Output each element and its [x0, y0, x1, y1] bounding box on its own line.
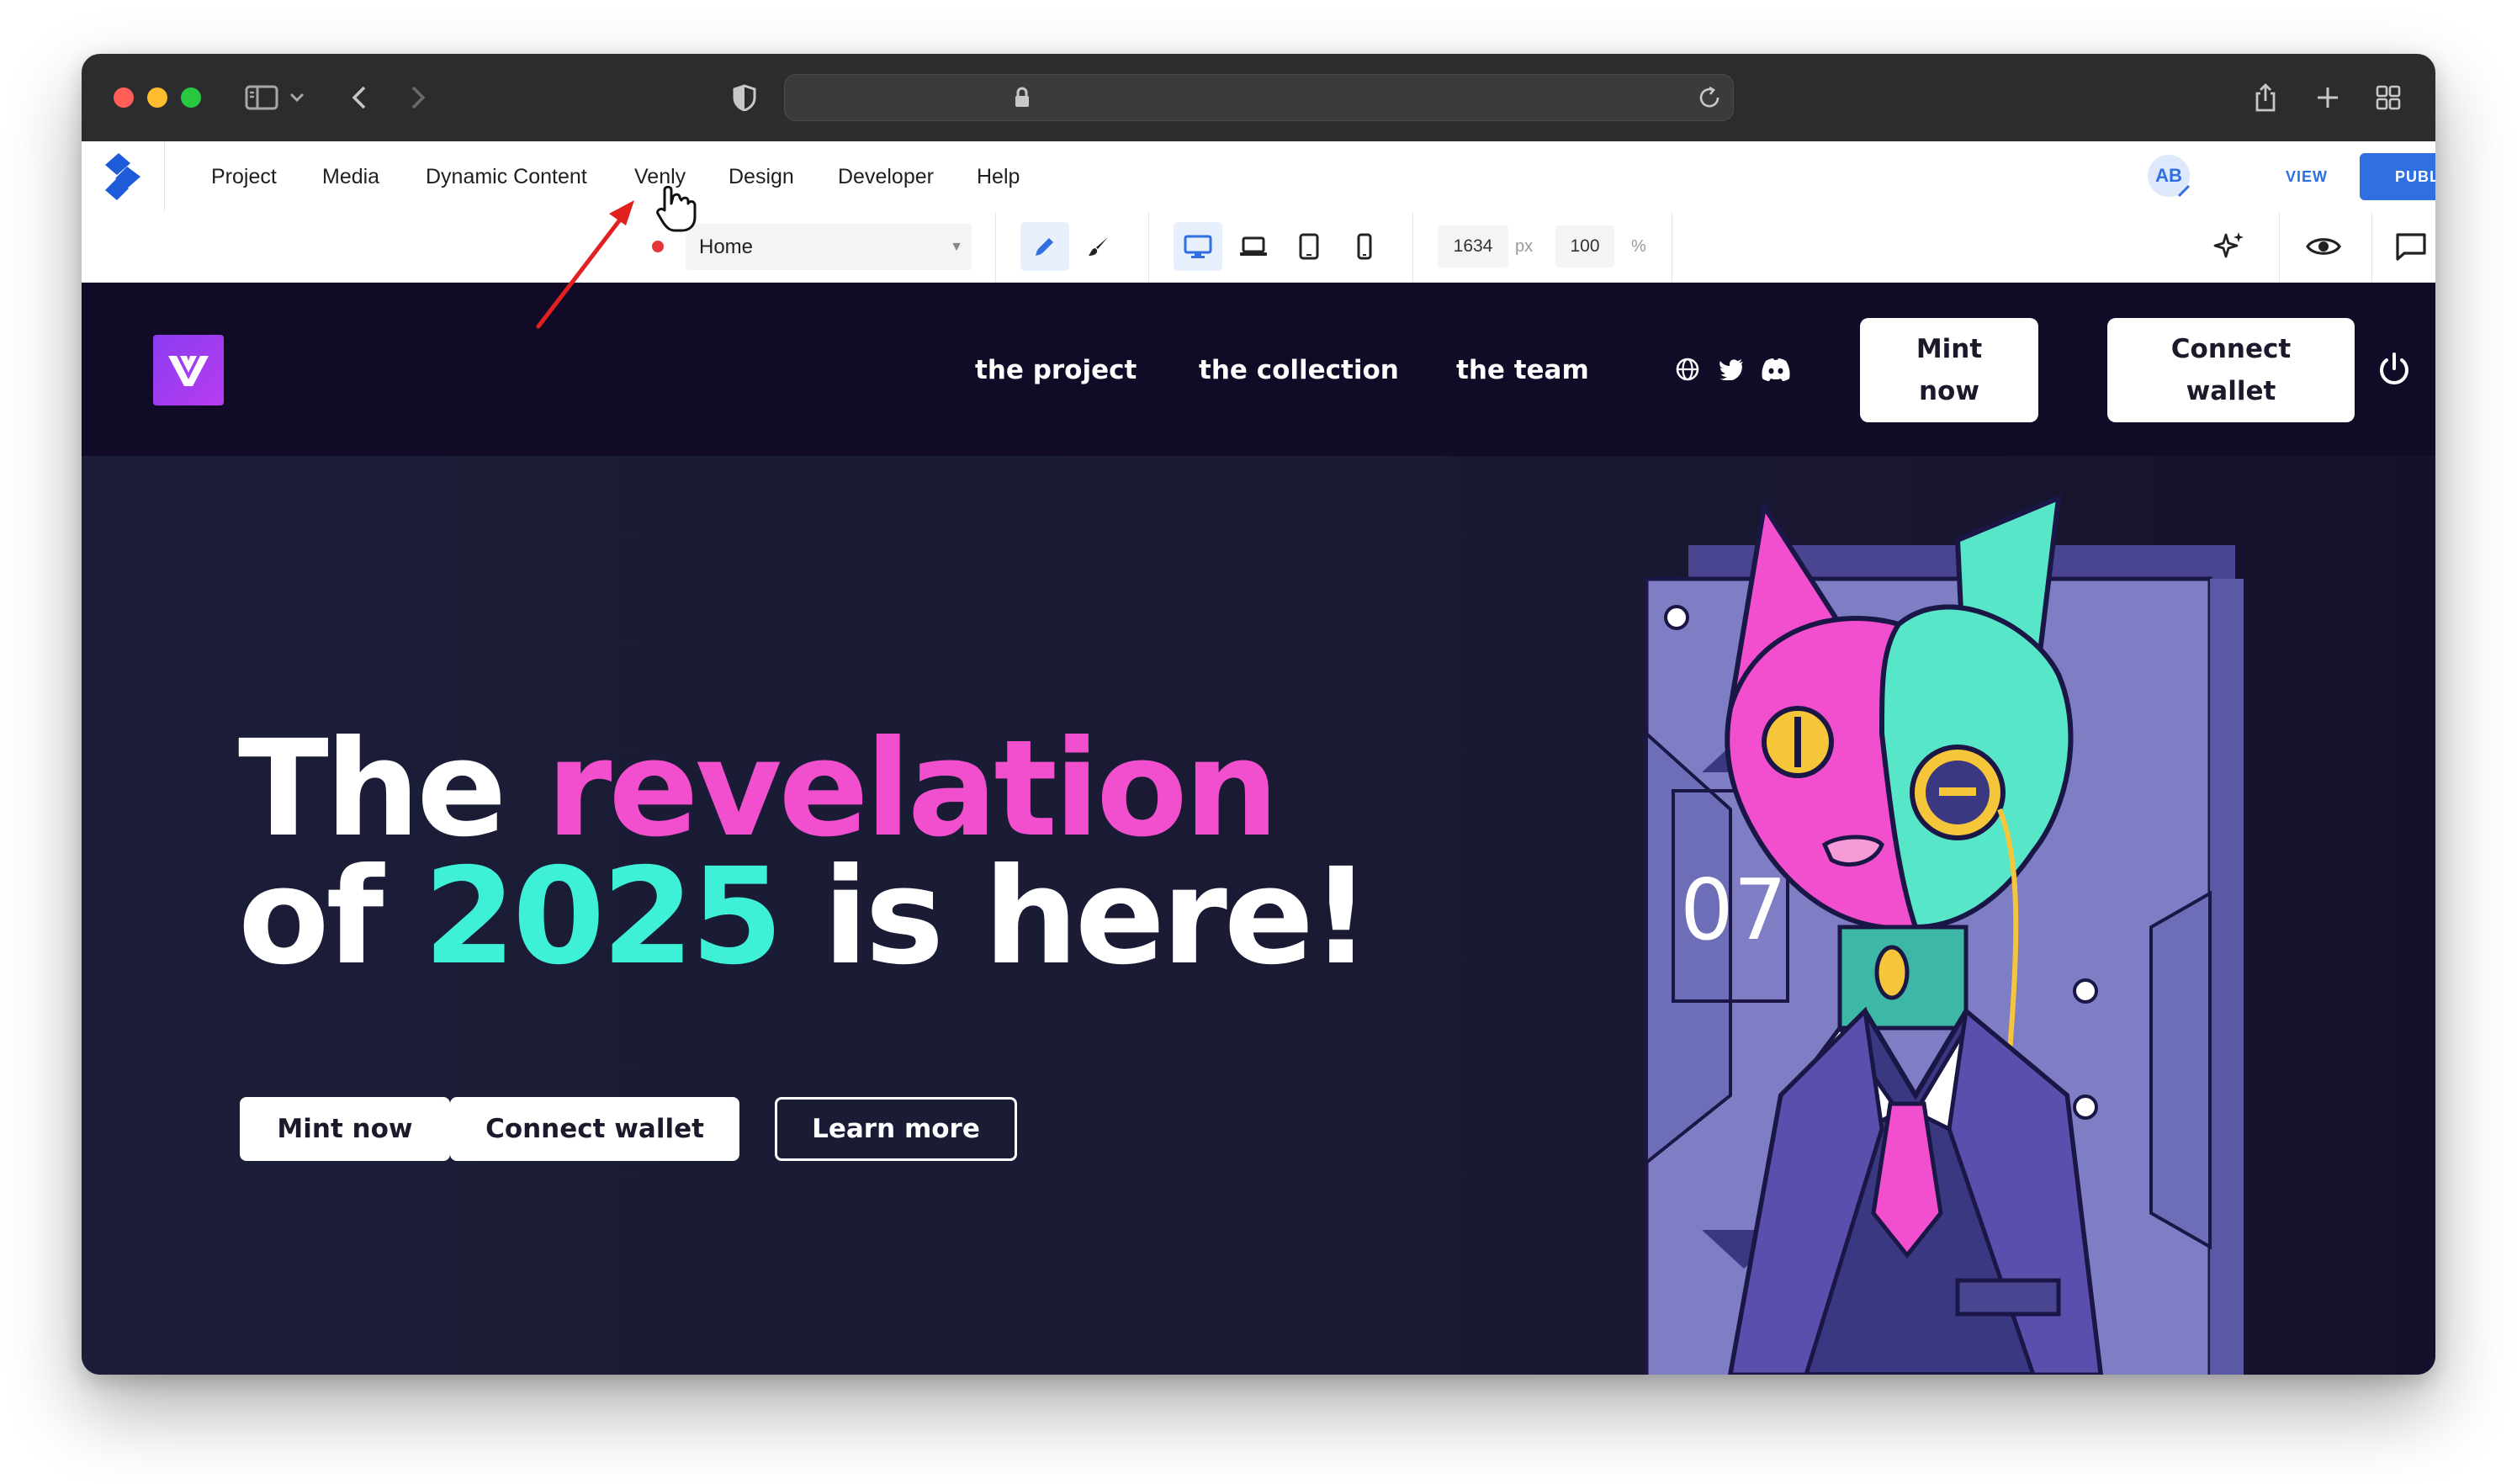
website-canvas: the project the collection the team Mint… — [82, 283, 2435, 1375]
address-bar[interactable] — [784, 74, 1734, 121]
publish-button[interactable]: PUBL — [2360, 153, 2435, 200]
cyborg-cat-illustration: 07 — [1644, 494, 2244, 1375]
toolbar-divider — [1148, 212, 1149, 282]
editor-toolbar: Home ▼ 1634 px 100 % — [82, 212, 2435, 283]
zoom-unit: % — [1631, 237, 1646, 256]
editor-menubar: Project Media Dynamic Content Venly Desi… — [82, 141, 2435, 213]
hero-headline: The revelation of 2025 is here! — [238, 723, 1416, 983]
ai-sparkle-icon[interactable] — [2205, 222, 2254, 271]
lock-icon — [1014, 87, 1031, 113]
tablet-view-icon[interactable] — [1285, 222, 1333, 271]
back-icon[interactable] — [336, 74, 383, 121]
hero-learn-more-button[interactable]: Learn more — [775, 1097, 1017, 1161]
connect-line-2: wallet — [2186, 376, 2276, 406]
hero-connect-wallet-button[interactable]: Connect wallet — [450, 1097, 739, 1161]
headline-of: of — [238, 840, 384, 994]
chevron-down-icon[interactable] — [280, 74, 314, 121]
menu-media[interactable]: Media — [322, 141, 379, 212]
header-mint-now-button[interactable]: Mint now — [1860, 318, 2038, 422]
page-select[interactable]: Home ▼ — [686, 224, 972, 270]
edit-pencil-icon — [2176, 183, 2191, 203]
page-status-dot — [652, 241, 664, 252]
preview-eye-icon[interactable] — [2299, 222, 2348, 271]
mint-line-1: Mint — [1916, 334, 1983, 364]
new-tab-icon[interactable] — [2304, 74, 2351, 121]
menu-help[interactable]: Help — [977, 141, 1020, 212]
edit-mode-pencil-icon[interactable] — [1020, 222, 1069, 271]
editor-logo[interactable] — [82, 141, 165, 212]
comments-icon[interactable] — [2387, 222, 2435, 271]
venly-v-logo-icon — [168, 356, 209, 386]
menu-venly[interactable]: Venly — [634, 141, 686, 212]
hero-section: The revelation of 2025 is here! Mint now… — [82, 456, 2435, 1375]
browser-window: Project Media Dynamic Content Venly Desi… — [82, 54, 2435, 1375]
menu-developer[interactable]: Developer — [838, 141, 934, 212]
forward-icon[interactable] — [395, 74, 442, 121]
canvas-width-input[interactable]: 1634 — [1438, 225, 1508, 268]
nav-the-project[interactable]: the project — [975, 347, 1137, 394]
site-header: the project the collection the team Mint… — [82, 283, 2435, 456]
art-counter: 07 — [1680, 861, 1787, 959]
toolbar-divider — [995, 212, 996, 282]
discord-icon[interactable] — [1757, 353, 1794, 385]
minimize-window-button[interactable] — [147, 87, 167, 108]
reload-icon[interactable] — [1698, 86, 1721, 114]
menu-design[interactable]: Design — [729, 141, 794, 212]
privacy-shield-icon[interactable] — [721, 74, 768, 121]
desktop-view-icon[interactable] — [1174, 222, 1222, 271]
brand-logo[interactable] — [153, 335, 224, 405]
headline-year: 2025 — [423, 840, 783, 994]
toolbar-divider — [2279, 212, 2280, 282]
mint-line-2: now — [1918, 376, 1979, 406]
share-icon[interactable] — [2242, 74, 2289, 121]
zoom-window-button[interactable] — [181, 87, 201, 108]
menu-project[interactable]: Project — [211, 141, 277, 212]
headline-rest: is here! — [823, 840, 1371, 994]
power-icon[interactable] — [2375, 350, 2414, 389]
zoom-input[interactable]: 100 — [1555, 225, 1614, 268]
style-brush-icon[interactable] — [1074, 222, 1123, 271]
browser-toolbar — [82, 54, 2435, 142]
editor-logo-icon — [105, 153, 140, 200]
connect-line-1: Connect — [2170, 334, 2292, 364]
menu-dynamic-content[interactable]: Dynamic Content — [426, 141, 587, 212]
nav-the-team[interactable]: the team — [1456, 347, 1589, 394]
tab-overview-icon[interactable] — [2365, 74, 2412, 121]
hero-mint-now-button[interactable]: Mint now — [240, 1097, 450, 1161]
toolbar-divider — [2371, 212, 2372, 282]
twitter-icon[interactable] — [1715, 353, 1747, 385]
caret-down-icon: ▼ — [950, 240, 963, 254]
globe-icon[interactable] — [1672, 353, 1704, 385]
toolbar-divider — [1412, 212, 1413, 282]
laptop-view-icon[interactable] — [1229, 222, 1278, 271]
nav-the-collection[interactable]: the collection — [1199, 347, 1399, 394]
header-connect-wallet-button[interactable]: Connect wallet — [2107, 318, 2355, 422]
page-select-value: Home — [699, 236, 754, 258]
close-window-button[interactable] — [114, 87, 134, 108]
mobile-view-icon[interactable] — [1340, 222, 1389, 271]
canvas-width-unit: px — [1515, 237, 1534, 256]
sidebar-icon[interactable] — [238, 74, 285, 121]
view-button[interactable]: VIEW — [2286, 141, 2328, 212]
